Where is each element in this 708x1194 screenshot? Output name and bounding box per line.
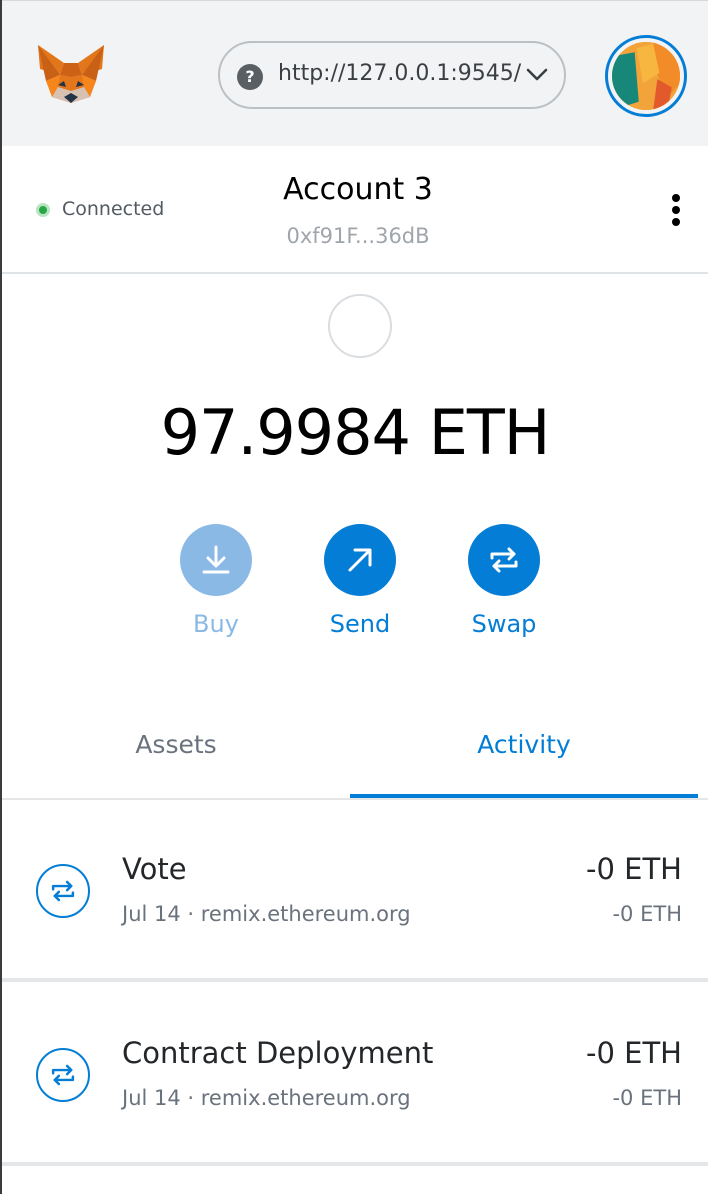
account-name[interactable]: Account 3 [258,172,458,207]
account-address[interactable]: 0xf91F...36dB [258,224,458,248]
interaction-icon [36,864,90,918]
interaction-icon [36,1048,90,1102]
transaction-title: Vote [122,852,187,886]
send-button[interactable]: Send [324,524,396,638]
swap-icon-circle[interactable] [468,524,540,596]
token-icon [328,294,392,358]
metamask-fox-logo[interactable] [36,41,106,107]
send-label: Send [329,610,391,638]
tab-activity[interactable]: Activity [350,700,698,798]
account-bar: Connected Account 3 0xf91F...36dB [2,146,708,274]
connected-status-dot [36,203,50,217]
app-header: ? http://127.0.0.1:9545/ [2,0,708,146]
swap-button[interactable]: Swap [468,524,540,638]
connection-status[interactable]: Connected [62,198,164,220]
network-url: http://127.0.0.1:9545/ [278,61,522,86]
transaction-secondary-amount: -0 ETH [612,902,682,926]
arrow-up-right-icon [348,548,372,572]
download-icon [202,545,230,574]
tab-bar: Assets Activity [2,700,708,800]
eth-balance: 97.9984 ETH [160,396,551,469]
chevron-down-icon [526,68,548,81]
buy-button[interactable]: Buy [180,524,252,638]
transaction-title: Contract Deployment [122,1036,434,1070]
buy-label: Buy [193,610,239,638]
swap-icon [490,547,518,573]
tab-assets[interactable]: Assets [2,700,350,798]
account-avatar[interactable] [605,35,687,117]
help-icon: ? [237,64,263,90]
account-options-icon[interactable] [664,194,688,228]
swap-label: Swap [471,610,537,638]
transaction-amount: -0 ETH [586,852,682,886]
transaction-item[interactable]: Contract Deployment Jul 14 · remix.ether… [2,984,708,1166]
transaction-secondary-amount: -0 ETH [612,1086,682,1110]
transaction-subtitle: Jul 14 · remix.ethereum.org [122,902,411,926]
buy-icon-circle[interactable] [180,524,252,596]
identicon [612,42,680,110]
transaction-item[interactable]: Vote Jul 14 · remix.ethereum.org -0 ETH … [2,800,708,982]
transaction-subtitle: Jul 14 · remix.ethereum.org [122,1086,411,1110]
transaction-amount: -0 ETH [586,1036,682,1070]
network-selector[interactable]: ? http://127.0.0.1:9545/ [218,41,566,109]
send-icon-circle[interactable] [324,524,396,596]
